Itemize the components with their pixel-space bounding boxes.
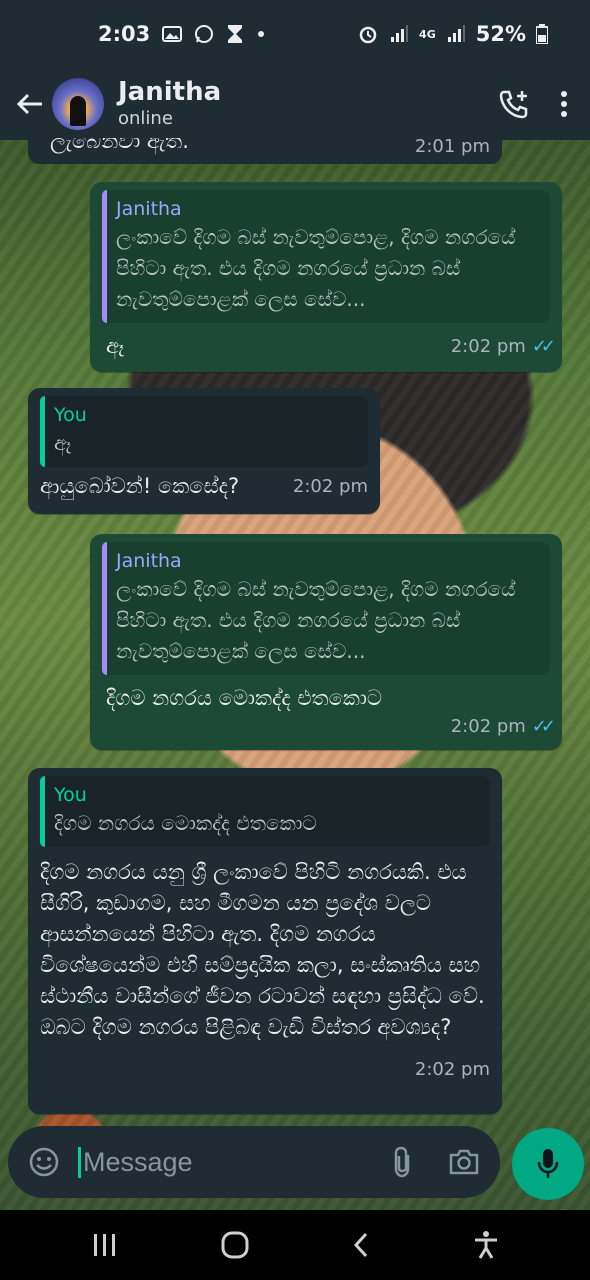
contact-info[interactable]: Janitha online [118, 77, 221, 131]
network-type: 4G [419, 27, 436, 41]
message-time: 2:01 pm [414, 136, 490, 157]
hourglass-icon [226, 24, 244, 44]
message-input[interactable] [78, 1146, 358, 1178]
back-arrow-icon[interactable] [8, 82, 52, 126]
message-bubble-incoming[interactable]: You ඈ ආයුබෝවන්! කෙසේද? 2:02 pm [28, 388, 380, 514]
dot-icon [256, 29, 266, 39]
read-ticks-icon: ✓✓ [531, 716, 556, 737]
quoted-author: You [54, 784, 87, 806]
quoted-author: You [54, 404, 87, 426]
more-options-icon[interactable] [560, 90, 568, 118]
quoted-author: Janitha [116, 198, 182, 220]
contact-status: online [118, 108, 173, 129]
attach-icon[interactable] [390, 1145, 414, 1179]
chat-header: Janitha online [0, 68, 590, 140]
avatar[interactable] [52, 78, 104, 130]
recent-apps-icon[interactable] [91, 1232, 119, 1258]
quoted-message[interactable]: You ඈ [40, 396, 368, 467]
quoted-text: ඈ [54, 431, 72, 455]
message-time: 2:02 pm [292, 476, 368, 497]
signal-icon [446, 25, 466, 43]
back-icon[interactable] [351, 1231, 371, 1259]
message-time: 2:02 pm [450, 716, 526, 737]
quoted-author: Janitha [116, 550, 182, 572]
message-text: දිගම නගරය යනු ශ්‍රී ලංකාවේ පිහිටි නගරයකි… [40, 860, 485, 1039]
message-meta: 2:02 pm ✓✓ [102, 716, 556, 737]
message-bubble-outgoing[interactable]: Janitha ලංකාවේ දිගම බස් නැවතුම්පොළ, දිගම… [90, 182, 562, 372]
accessibility-icon[interactable] [472, 1230, 500, 1260]
whatsapp-icon [194, 24, 214, 44]
message-bubble-outgoing[interactable]: Janitha ලංකාවේ දිගම බස් නැවතුම්පොළ, දිගම… [90, 534, 562, 750]
read-ticks-icon: ✓✓ [531, 336, 556, 357]
message-time: 2:02 pm [450, 336, 526, 357]
message-text: දිගම නගරය මොකද්ද එතකොට [106, 686, 382, 710]
quoted-text: ලංකාවේ දිගම බස් නැවතුම්පොළ, දිගම නගරයේ ප… [116, 577, 516, 663]
message-time: 2:02 pm [414, 1059, 490, 1080]
gallery-icon [162, 25, 183, 43]
battery-level: 52% [475, 22, 526, 46]
mic-button[interactable] [512, 1128, 584, 1200]
status-bar: 2:03 4G 52% [0, 0, 590, 68]
contact-name: Janitha [118, 77, 222, 107]
message-text: ඈ [106, 334, 125, 358]
add-call-icon[interactable] [498, 88, 530, 120]
quoted-message[interactable]: Janitha ලංකාවේ දිගම බස් නැවතුම්පොළ, දිගම… [102, 542, 550, 675]
camera-icon[interactable] [448, 1148, 480, 1176]
quoted-message[interactable]: Janitha ලංකාවේ දිගම බස් නැවතුම්පොළ, දිගම… [102, 190, 550, 323]
battery-icon [536, 24, 548, 44]
message-meta: 2:02 pm ✓✓ [450, 336, 556, 357]
quoted-text: දිගම නගරය මොකද්ද එතකොට [54, 811, 317, 835]
signal-icon [389, 25, 409, 43]
quoted-text: ලංකාවේ දිගම බස් නැවතුම්පොළ, දිගම නගරයේ ප… [116, 225, 516, 311]
quoted-message[interactable]: You දිගම නගරය මොකද්ද එතකොට [40, 776, 490, 847]
alarm-icon [357, 23, 379, 45]
message-composer [8, 1126, 500, 1198]
system-nav-bar [0, 1210, 590, 1280]
home-icon[interactable] [220, 1230, 250, 1260]
status-time: 2:03 [98, 22, 151, 46]
message-bubble-incoming[interactable]: You දිගම නගරය මොකද්ද එතකොට දිගම නගරය යනු… [28, 768, 502, 1114]
emoji-icon[interactable] [28, 1146, 60, 1178]
mic-icon [536, 1147, 560, 1181]
message-text: ආයුබෝවන්! කෙසේද? [40, 474, 240, 498]
